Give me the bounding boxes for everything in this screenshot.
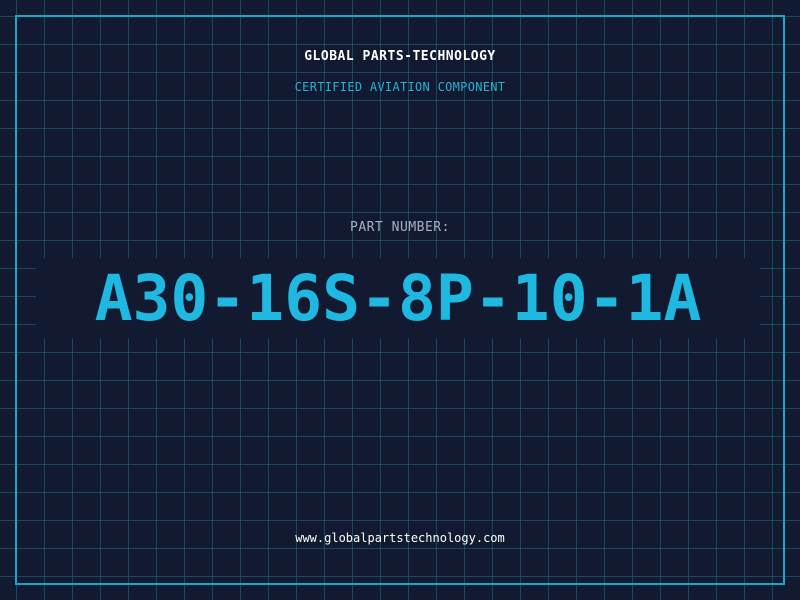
website-url: www.globalpartstechnology.com	[295, 531, 505, 545]
certification-subtitle: CERTIFIED AVIATION COMPONENT	[294, 80, 506, 94]
part-number-value: A30-16S-8P-10-1A	[94, 261, 702, 335]
part-number-label: PART NUMBER:	[350, 220, 450, 235]
company-name: GLOBAL PARTS-TECHNOLOGY	[304, 49, 496, 64]
part-number-band: A30-16S-8P-10-1A	[36, 258, 760, 338]
